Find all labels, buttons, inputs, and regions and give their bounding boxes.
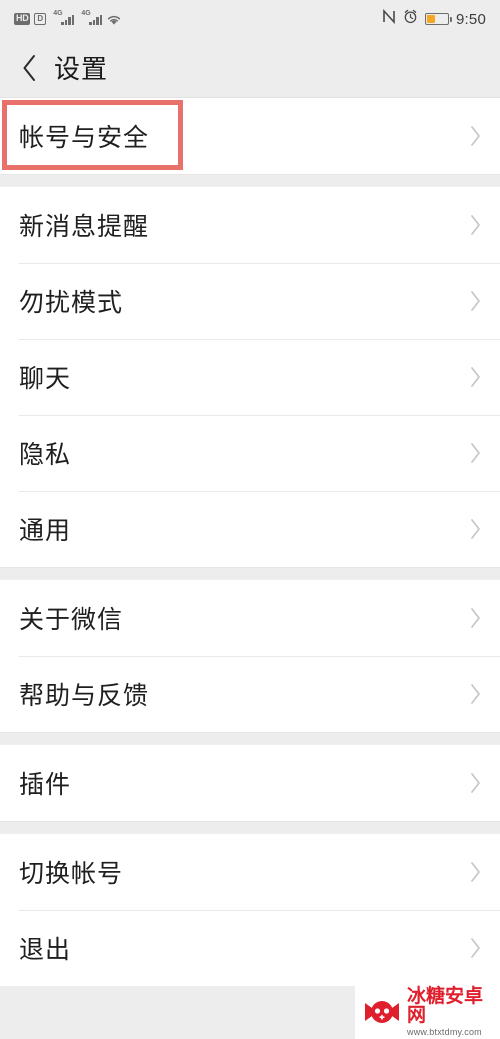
list-item[interactable]: 关于微信: [0, 580, 500, 656]
chevron-right-icon: [469, 683, 482, 705]
list-item-label: 通用: [19, 517, 72, 545]
chevron-right-icon: [471, 684, 480, 704]
chevron-right-icon: [471, 862, 480, 882]
network-type-2-label: 4G: [81, 10, 91, 17]
status-bar: HD D 4G 4G 9:50: [0, 0, 500, 38]
group-plugins: 插件: [0, 745, 500, 821]
chevron-right-icon: [469, 442, 482, 464]
list-item-label: 隐私: [19, 441, 72, 469]
phone-screen: HD D 4G 4G 9:50 设置 帐号与安全 新消息提醒 勿扰模式 聊天 隐…: [0, 0, 500, 1039]
chevron-right-icon: [469, 861, 482, 883]
list-group-separator: [0, 567, 500, 580]
chevron-right-icon: [471, 291, 480, 311]
chevron-right-icon: [471, 608, 480, 628]
list-item[interactable]: 插件: [0, 745, 500, 821]
chevron-right-icon: [471, 126, 480, 146]
group-preferences: 新消息提醒勿扰模式聊天隐私通用: [0, 187, 500, 567]
signal-1-icon: 4G: [50, 10, 75, 25]
group-account: 帐号与安全: [0, 98, 500, 174]
chevron-right-icon: [469, 937, 482, 959]
page-title: 设置: [54, 54, 109, 84]
chevron-right-icon: [469, 214, 482, 236]
list-item[interactable]: 切换帐号: [0, 834, 500, 910]
watermark-url: www.btxtdmy.com: [407, 1027, 482, 1037]
settings-list: 帐号与安全新消息提醒勿扰模式聊天隐私通用关于微信帮助与反馈插件切换帐号退出: [0, 98, 500, 986]
list-item-label: 退出: [19, 936, 72, 964]
watermark-title: 冰糖安卓网: [407, 986, 484, 1026]
chevron-right-icon: [469, 518, 482, 540]
battery-icon: [425, 13, 452, 25]
list-item-label: 勿扰模式: [19, 289, 124, 317]
list-group-separator: [0, 732, 500, 745]
alarm-icon: [403, 9, 418, 29]
list-item[interactable]: 帐号与安全: [0, 98, 500, 174]
list-item[interactable]: 帮助与反馈: [0, 656, 500, 732]
group-about: 关于微信 帮助与反馈: [0, 580, 500, 732]
list-item-label: 插件: [19, 771, 72, 799]
chevron-right-icon: [471, 938, 480, 958]
list-item-label: 新消息提醒: [19, 213, 150, 241]
list-item-label: 聊天: [19, 365, 72, 393]
list-item-label: 帮助与反馈: [19, 682, 150, 710]
list-item[interactable]: 勿扰模式: [0, 263, 500, 339]
chevron-right-icon: [471, 519, 480, 539]
list-group-separator: [0, 821, 500, 834]
chevron-right-icon: [469, 366, 482, 388]
signal-2-icon: 4G: [78, 10, 103, 25]
list-item[interactable]: 新消息提醒: [0, 187, 500, 263]
back-button[interactable]: [14, 48, 44, 88]
hd-icon: HD: [14, 13, 31, 25]
list-item[interactable]: 隐私: [0, 415, 500, 491]
watermark: 冰糖安卓网 www.btxtdmy.com: [355, 985, 500, 1039]
data-icon: D: [34, 13, 47, 25]
list-item-label: 切换帐号: [19, 860, 124, 888]
list-group-separator: [0, 174, 500, 187]
chevron-right-icon: [471, 773, 480, 793]
chevron-right-icon: [469, 125, 482, 147]
status-bar-left: HD D 4G 4G: [14, 10, 122, 26]
nfc-icon: [382, 8, 396, 29]
clock-label: 9:50: [456, 10, 486, 28]
candy-gamepad-logo-icon: [363, 997, 401, 1027]
status-bar-right: 9:50: [382, 8, 486, 29]
nav-bar: 设置: [0, 38, 500, 98]
chevron-right-icon: [471, 367, 480, 387]
chevron-right-icon: [469, 607, 482, 629]
chevron-right-icon: [469, 772, 482, 794]
list-item-label: 关于微信: [19, 606, 124, 634]
chevron-right-icon: [471, 215, 480, 235]
network-type-1-label: 4G: [53, 10, 63, 17]
list-item[interactable]: 退出: [0, 910, 500, 986]
chevron-right-icon: [471, 443, 480, 463]
list-item[interactable]: 通用: [0, 491, 500, 567]
list-item[interactable]: 聊天: [0, 339, 500, 415]
list-item-label: 帐号与安全: [19, 124, 150, 152]
chevron-left-icon: [23, 54, 35, 81]
chevron-right-icon: [469, 290, 482, 312]
wifi-icon: [106, 13, 122, 26]
group-session: 切换帐号 退出: [0, 834, 500, 986]
